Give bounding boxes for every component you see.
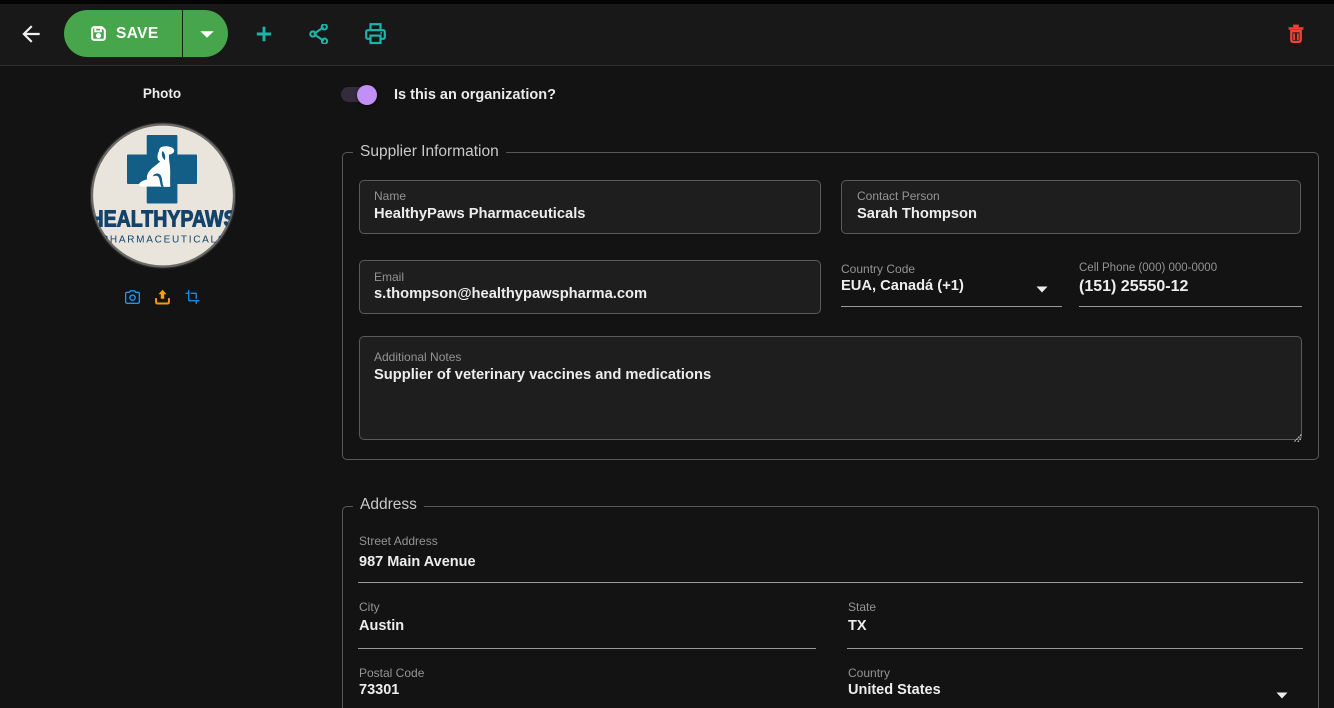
svg-text:HEALTHYPAWS: HEALTHYPAWS bbox=[90, 206, 236, 232]
svg-text:PHARMACEUTICALS: PHARMACEUTICALS bbox=[102, 235, 225, 246]
